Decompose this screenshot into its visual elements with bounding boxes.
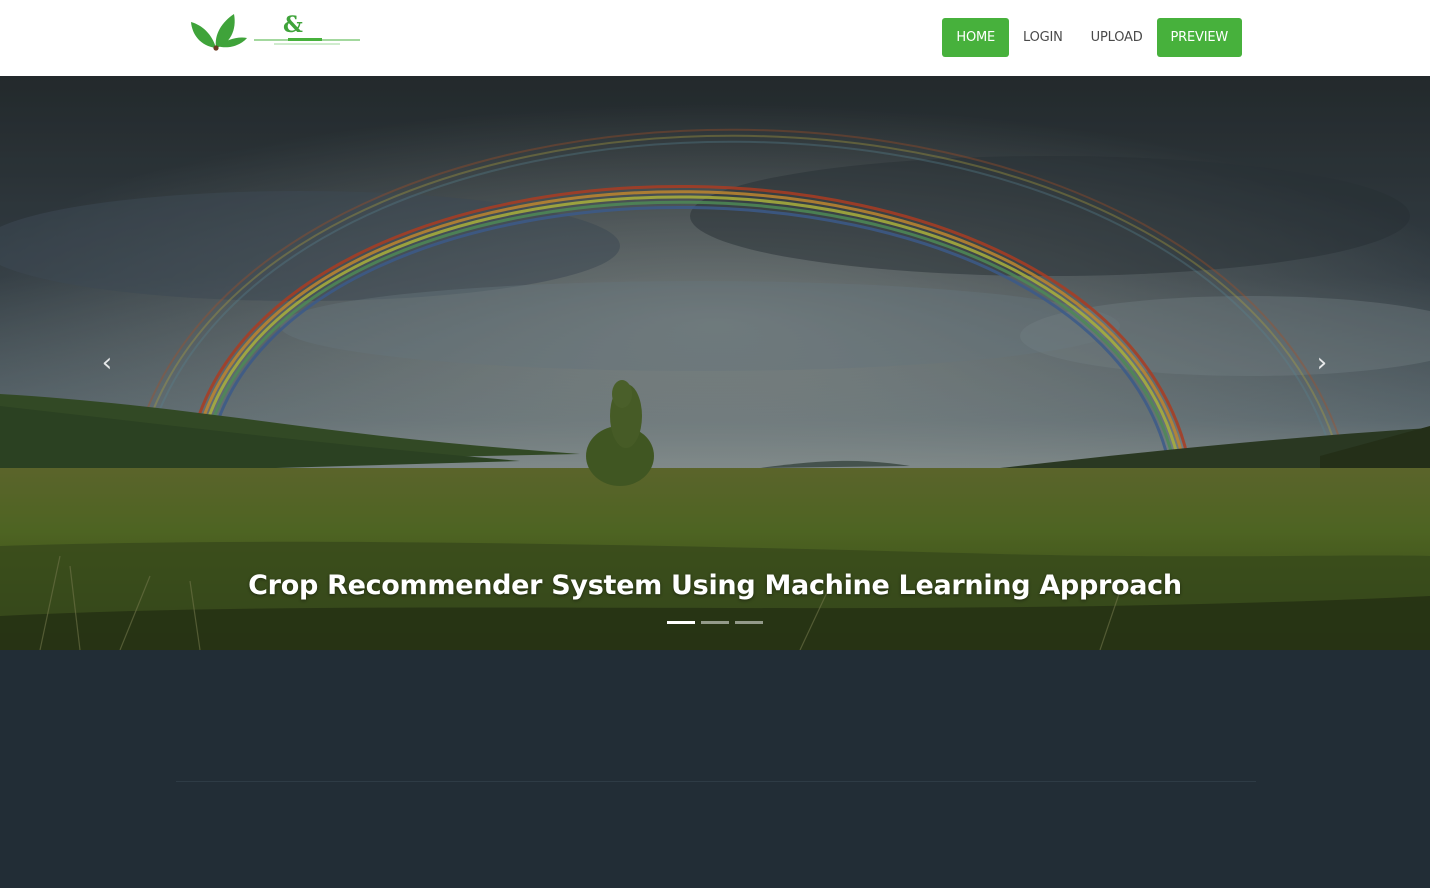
main-nav: HOME LOGIN UPLOAD PREVIEW [942,18,1242,57]
nav-preview-button[interactable]: PREVIEW [1156,18,1242,57]
carousel-indicator-1[interactable] [667,621,695,624]
leaf-logo-icon: & [191,12,360,51]
carousel-indicator-2[interactable] [701,621,729,624]
carousel-indicator-3[interactable] [735,621,763,624]
chevron-right-icon: › [1316,348,1328,378]
footer-divider [176,781,1256,782]
hero-caption: Crop Recommender System Using Machine Le… [248,570,1182,601]
chevron-left-icon: ‹ [101,348,113,378]
carousel-prev-button[interactable]: ‹ [92,348,122,378]
hero-carousel: ‹ › Crop Recommender System Using Machin… [0,76,1430,650]
nav-upload-link[interactable]: UPLOAD [1077,18,1157,57]
carousel-indicators [667,621,763,624]
logo-glyph: & [283,12,303,38]
nav-home-button[interactable]: HOME [942,18,1010,57]
carousel-next-button[interactable]: › [1307,348,1337,378]
logo[interactable]: & [190,10,362,55]
hero-dim-overlay [0,76,1430,650]
footer-section [0,650,1430,888]
nav-login-link[interactable]: LOGIN [1009,18,1077,57]
navbar: & HOME LOGIN UPLOAD PREVIEW [0,0,1430,76]
